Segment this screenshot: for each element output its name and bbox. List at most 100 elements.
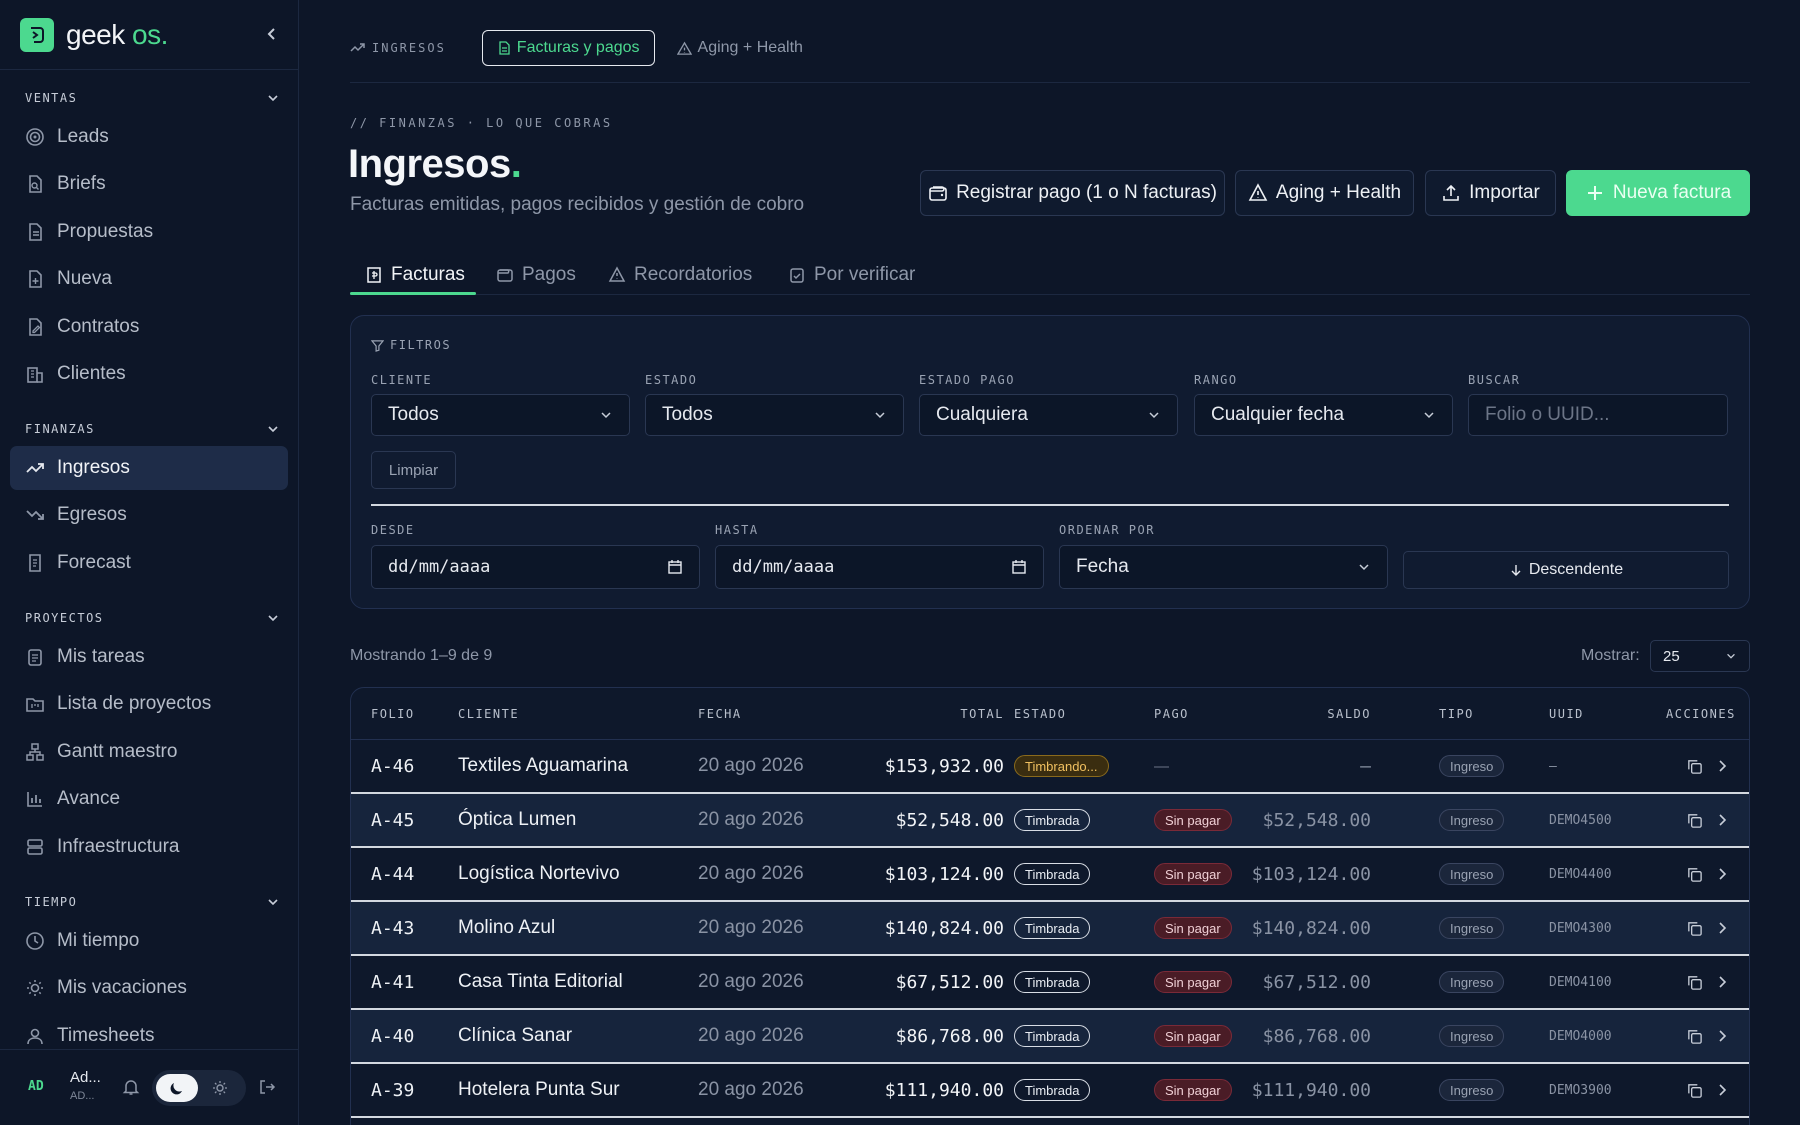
sidebar-item-briefs[interactable]: Briefs [10, 162, 288, 206]
chevron-right-icon[interactable] [1715, 975, 1729, 989]
sun-icon[interactable] [212, 1080, 228, 1096]
sidebar-divider [0, 69, 299, 70]
cell-folio[interactable]: A-43 [371, 902, 414, 954]
sidebar-item-lista-proyectos[interactable]: Lista de proyectos [10, 682, 288, 726]
cell-folio[interactable]: A-44 [371, 848, 414, 900]
copy-icon[interactable] [1686, 920, 1703, 937]
import-button[interactable]: Importar [1425, 170, 1556, 216]
section-proyectos[interactable]: PROYECTOS [25, 610, 279, 626]
theme-toggle[interactable] [152, 1070, 246, 1106]
copy-icon[interactable] [1686, 812, 1703, 829]
cell-folio[interactable]: A-39 [371, 1064, 414, 1116]
copy-icon[interactable] [1686, 758, 1703, 775]
tab-recordatorios[interactable]: Recordatorios [608, 256, 752, 294]
col-estado[interactable]: ESTADO [1014, 707, 1066, 721]
col-uuid[interactable]: UUID [1549, 707, 1584, 721]
sidebar-item-mis-vacaciones[interactable]: Mis vacaciones [10, 966, 288, 1010]
col-total[interactable]: TOTAL [944, 707, 1004, 721]
copy-icon[interactable] [1686, 866, 1703, 883]
col-cliente[interactable]: CLIENTE [458, 707, 519, 721]
sidebar-item-gantt-maestro[interactable]: Gantt maestro [10, 730, 288, 774]
sidebar-item-mi-tiempo[interactable]: Mi tiempo [10, 919, 288, 963]
sidebar-item-mis-tareas[interactable]: Mis tareas [10, 635, 288, 679]
calendar-icon [1012, 560, 1026, 574]
sidebar-item-leads[interactable]: Leads [10, 115, 288, 159]
topbar-link-aging[interactable]: Aging + Health [676, 39, 803, 57]
table-row[interactable]: A-43 Molino Azul 20 ago 2026 $140,824.00… [351, 902, 1749, 956]
tab-pagos[interactable]: Pagos [496, 256, 576, 294]
type-badge: Ingreso [1439, 755, 1505, 777]
chevron-right-icon[interactable] [1715, 867, 1729, 881]
topbar-link-facturas[interactable]: Facturas y pagos [481, 30, 655, 66]
copy-icon[interactable] [1686, 974, 1703, 991]
hasta-date-input[interactable]: dd/mm/aaaa [715, 545, 1044, 589]
sidebar-item-ingresos[interactable]: Ingresos [10, 446, 288, 490]
cell-folio[interactable]: A-46 [371, 740, 414, 792]
sort-by-select[interactable]: Fecha [1059, 545, 1388, 589]
copy-icon[interactable] [1686, 1082, 1703, 1099]
user-icon [27, 1028, 43, 1045]
cell-uuid: DEMO4100 [1549, 974, 1612, 990]
sidebar-item-forecast[interactable]: Forecast [10, 541, 288, 585]
sidebar-item-clientes[interactable]: Clientes [10, 352, 288, 396]
search-input[interactable]: Folio o UUID... [1468, 394, 1728, 436]
table-row[interactable]: A-40 Clínica Sanar 20 ago 2026 $86,768.0… [351, 1010, 1749, 1064]
col-saldo[interactable]: SALDO [1311, 707, 1371, 721]
table-row[interactable]: A-41 Casa Tinta Editorial 20 ago 2026 $6… [351, 956, 1749, 1010]
tab-facturas[interactable]: Facturas [365, 256, 465, 294]
section-finanzas[interactable]: FINANZAS [25, 421, 279, 437]
cell-folio[interactable]: A-45 [371, 794, 414, 846]
sidebar-item-egresos[interactable]: Egresos [10, 493, 288, 537]
page-size-select[interactable]: 25 [1650, 640, 1750, 672]
chevron-down-icon [1149, 412, 1159, 419]
theme-dark-option[interactable] [156, 1074, 198, 1102]
chevron-right-icon[interactable] [1715, 1029, 1729, 1043]
payment-status-empty: — [1154, 757, 1169, 775]
aging-health-button[interactable]: Aging + Health [1235, 170, 1414, 216]
new-invoice-button[interactable]: Nueva factura [1566, 170, 1750, 216]
cell-folio[interactable]: A-40 [371, 1010, 414, 1062]
logout-icon[interactable] [258, 1078, 276, 1096]
sidebar-item-contratos[interactable]: Contratos [10, 305, 288, 349]
table-row[interactable]: A-39 Hotelera Punta Sur 20 ago 2026 $111… [351, 1064, 1749, 1118]
tab-por-verificar[interactable]: Por verificar [788, 256, 915, 294]
sort-direction-button[interactable]: Descendente [1403, 551, 1729, 589]
table-row[interactable]: A-44 Logística Nortevivo 20 ago 2026 $10… [351, 848, 1749, 902]
col-fecha[interactable]: FECHA [698, 707, 742, 721]
cell-saldo: $140,824.00 [1251, 917, 1371, 939]
chevron-right-icon[interactable] [1715, 1083, 1729, 1097]
col-tipo[interactable]: TIPO [1439, 707, 1474, 721]
table-row[interactable]: A-46 Textiles Aguamarina 20 ago 2026 $15… [351, 740, 1749, 794]
sidebar-item-infraestructura[interactable]: Infraestructura [10, 825, 288, 869]
cell-uuid: DEMO4300 [1549, 920, 1612, 936]
bell-icon[interactable] [122, 1078, 140, 1096]
estado-pago-select[interactable]: Cualquiera [919, 394, 1178, 436]
chevron-right-icon[interactable] [1715, 813, 1729, 827]
register-payment-button[interactable]: Registrar pago (1 o N facturas) [920, 170, 1225, 216]
cliente-select[interactable]: Todos [371, 394, 630, 436]
sidebar-item-avance[interactable]: Avance [10, 777, 288, 821]
cell-estado: Timbrada [1014, 1064, 1091, 1116]
table-row[interactable]: A-45 Óptica Lumen 20 ago 2026 $52,548.00… [351, 794, 1749, 848]
col-folio[interactable]: FOLIO [371, 707, 415, 721]
estado-select[interactable]: Todos [645, 394, 904, 436]
chevron-right-icon[interactable] [1715, 921, 1729, 935]
chevron-right-icon[interactable] [1715, 759, 1729, 773]
sidebar-item-propuestas[interactable]: Propuestas [10, 210, 288, 254]
collapse-sidebar-icon[interactable] [262, 24, 282, 44]
avatar[interactable]: AD [28, 1079, 44, 1094]
rango-select[interactable]: Cualquier fecha [1194, 394, 1453, 436]
chevron-down-icon [268, 426, 278, 433]
sidebar-item-nueva[interactable]: Nueva [10, 257, 288, 301]
col-pago[interactable]: PAGO [1154, 707, 1189, 721]
brand[interactable]: geek os. [20, 17, 168, 53]
section-tiempo[interactable]: TIEMPO [25, 894, 279, 910]
copy-icon[interactable] [1686, 1028, 1703, 1045]
desde-date-input[interactable]: dd/mm/aaaa [371, 545, 700, 589]
clear-filters-button[interactable]: Limpiar [371, 451, 456, 489]
invoice-status-badge: Timbrada [1014, 1025, 1091, 1047]
section-ventas[interactable]: VENTAS [25, 90, 279, 106]
building-icon [27, 367, 43, 383]
type-badge: Ingreso [1439, 809, 1505, 831]
cell-folio[interactable]: A-41 [371, 956, 414, 1008]
